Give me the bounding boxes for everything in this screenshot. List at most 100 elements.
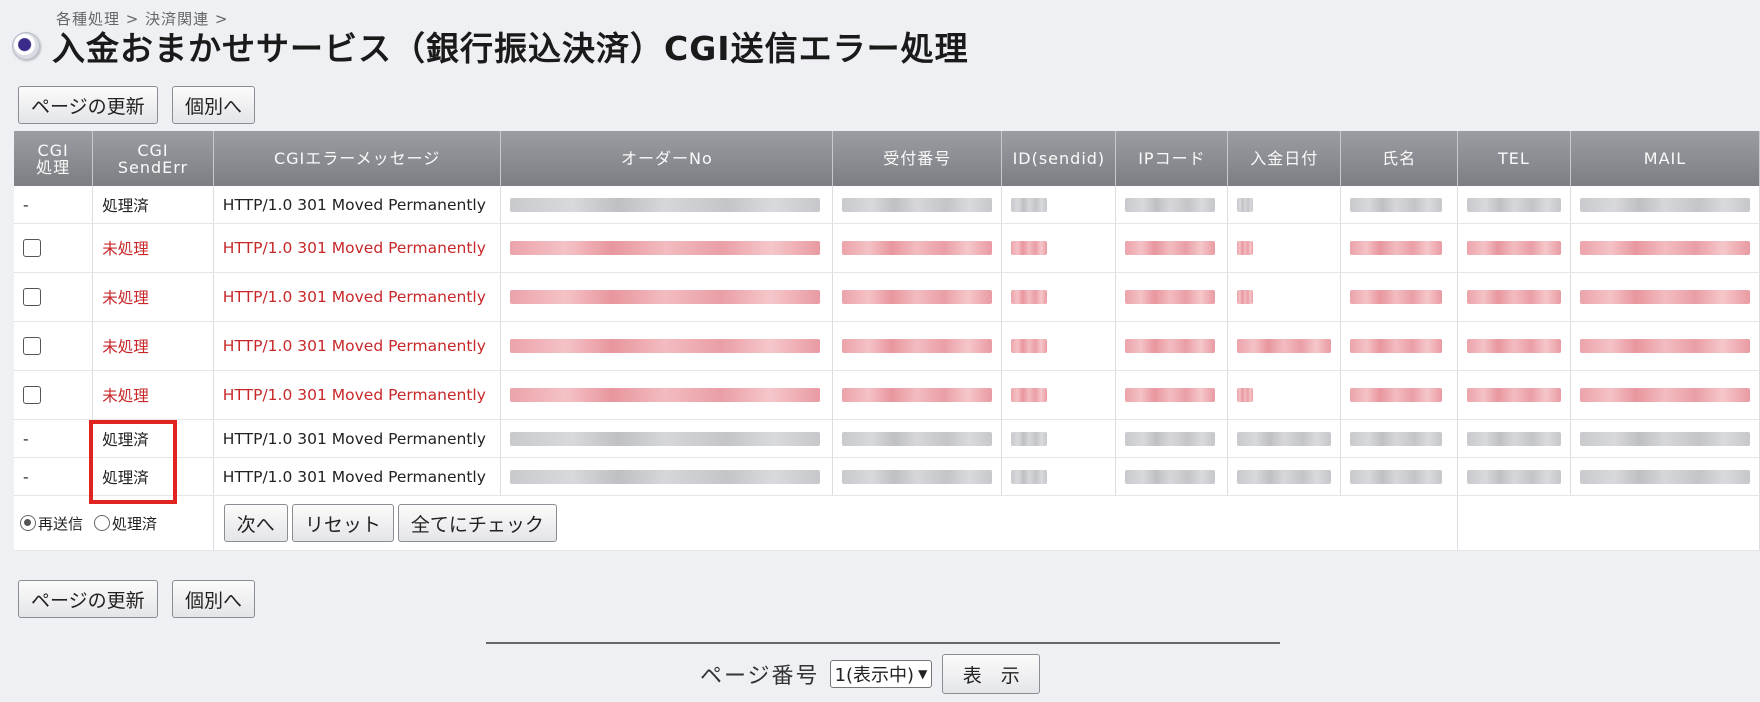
receipt-no-cell — [832, 223, 1003, 273]
row-select-cell — [14, 321, 94, 371]
check-all-button[interactable]: 全てにチェック — [397, 504, 557, 542]
deposit-date-cell — [1227, 321, 1342, 371]
individual-button-top[interactable]: 個別へ — [172, 86, 256, 124]
mail-cell — [1570, 272, 1760, 322]
chevron-down-icon: ▼ — [918, 667, 928, 681]
table-header-row: CGI 処理 CGI SendErr CGIエラーメッセージ オーダーNo 受付… — [14, 131, 1760, 186]
cgi-error-table: CGI 処理 CGI SendErr CGIエラーメッセージ オーダーNo 受付… — [14, 131, 1760, 551]
name-cell — [1340, 223, 1458, 273]
resend-radio[interactable] — [20, 515, 36, 531]
mail-cell — [1570, 321, 1760, 371]
order-no-cell — [500, 370, 834, 420]
header-sendid: ID(sendid) — [1001, 131, 1117, 186]
header-ip-code: IPコード — [1115, 131, 1229, 186]
ip-code-cell — [1115, 186, 1229, 224]
next-button[interactable]: 次へ — [223, 504, 288, 542]
table-row: 未処理 HTTP/1.0 301 Moved Permanently — [14, 223, 1760, 273]
status-cell: 処理済 — [92, 186, 214, 224]
cgi-process-cell: - — [14, 186, 94, 224]
status-cell: 未処理 — [92, 223, 214, 273]
page-title: 入金おまかせサービス（銀行振込決済）CGI送信エラー処理 — [52, 29, 969, 68]
row-select-cell — [14, 223, 94, 273]
table-row: - 処理済 HTTP/1.0 301 Moved Permanently — [14, 457, 1760, 496]
show-button[interactable]: 表 示 — [942, 654, 1041, 694]
row-checkbox[interactable] — [23, 239, 41, 258]
tel-cell — [1457, 272, 1571, 322]
processed-radio-label: 処理済 — [111, 514, 157, 533]
order-no-cell — [500, 321, 834, 371]
header-tel: TEL — [1457, 131, 1571, 186]
error-message-cell: HTTP/1.0 301 Moved Permanently — [213, 321, 502, 371]
refresh-page-button-top[interactable]: ページの更新 — [18, 86, 158, 124]
sendid-cell — [1001, 223, 1117, 273]
highlight-box — [89, 420, 177, 504]
deposit-date-cell — [1227, 223, 1342, 273]
receipt-no-cell — [832, 321, 1003, 371]
refresh-page-button-bottom[interactable]: ページの更新 — [18, 580, 158, 618]
table-row: - 処理済 HTTP/1.0 301 Moved Permanently — [14, 419, 1760, 458]
error-message-cell: HTTP/1.0 301 Moved Permanently — [213, 272, 502, 322]
reset-button[interactable]: リセット — [291, 504, 394, 542]
header-cgi-error-message: CGIエラーメッセージ — [213, 131, 502, 186]
action-buttons-cell: 次へ リセット 全てにチェック — [213, 495, 1458, 551]
mail-cell — [1570, 419, 1760, 458]
sendid-cell — [1001, 186, 1117, 224]
status-cell: 未処理 — [92, 272, 214, 322]
divider — [486, 642, 1280, 644]
receipt-no-cell — [832, 186, 1003, 224]
mail-cell — [1570, 370, 1760, 420]
error-message-cell: HTTP/1.0 301 Moved Permanently — [213, 370, 502, 420]
receipt-no-cell — [832, 457, 1003, 496]
name-cell — [1340, 321, 1458, 371]
deposit-date-cell — [1227, 370, 1342, 420]
row-checkbox[interactable] — [23, 288, 41, 307]
deposit-date-cell — [1227, 272, 1342, 322]
header-order-no: オーダーNo — [500, 131, 834, 186]
error-message-cell: HTTP/1.0 301 Moved Permanently — [213, 223, 502, 273]
empty-cell — [1457, 495, 1760, 551]
row-checkbox[interactable] — [23, 337, 41, 356]
header-deposit-date: 入金日付 — [1227, 131, 1342, 186]
row-select-cell — [14, 272, 94, 322]
cgi-process-cell: - — [14, 419, 94, 458]
tel-cell — [1457, 457, 1571, 496]
status-cell: 未処理 — [92, 321, 214, 371]
tel-cell — [1457, 186, 1571, 224]
ip-code-cell — [1115, 419, 1229, 458]
sendid-cell — [1001, 419, 1117, 458]
order-no-cell — [500, 419, 834, 458]
tel-cell — [1457, 419, 1571, 458]
ip-code-cell — [1115, 370, 1229, 420]
cgi-process-cell: - — [14, 457, 94, 496]
tel-cell — [1457, 321, 1571, 371]
sendid-cell — [1001, 370, 1117, 420]
name-cell — [1340, 272, 1458, 322]
ip-code-cell — [1115, 457, 1229, 496]
ip-code-cell — [1115, 321, 1229, 371]
row-checkbox[interactable] — [23, 386, 41, 405]
resend-radio-label: 再送信 — [38, 514, 84, 533]
mail-cell — [1570, 186, 1760, 224]
header-name: 氏名 — [1340, 131, 1458, 186]
table-row: 未処理 HTTP/1.0 301 Moved Permanently — [14, 321, 1760, 371]
name-cell — [1340, 186, 1458, 224]
individual-button-bottom[interactable]: 個別へ — [172, 580, 256, 618]
receipt-no-cell — [832, 419, 1003, 458]
deposit-date-cell — [1227, 457, 1342, 496]
header-cgi-senderr: CGI SendErr — [92, 131, 214, 186]
page-select-value: 1(表示中) — [834, 665, 915, 686]
deposit-date-cell — [1227, 186, 1342, 224]
table-row: - 処理済 HTTP/1.0 301 Moved Permanently — [14, 186, 1760, 224]
order-no-cell — [500, 457, 834, 496]
ip-code-cell — [1115, 272, 1229, 322]
order-no-cell — [500, 223, 834, 273]
mail-cell — [1570, 457, 1760, 496]
order-no-cell — [500, 186, 834, 224]
tel-cell — [1457, 370, 1571, 420]
processed-radio[interactable] — [93, 515, 110, 531]
order-no-cell — [500, 272, 834, 322]
name-cell — [1340, 419, 1458, 458]
ip-code-cell — [1115, 223, 1229, 273]
page-select[interactable]: 1(表示中) ▼ — [829, 660, 933, 688]
page-number-label: ページ番号 — [700, 664, 820, 689]
